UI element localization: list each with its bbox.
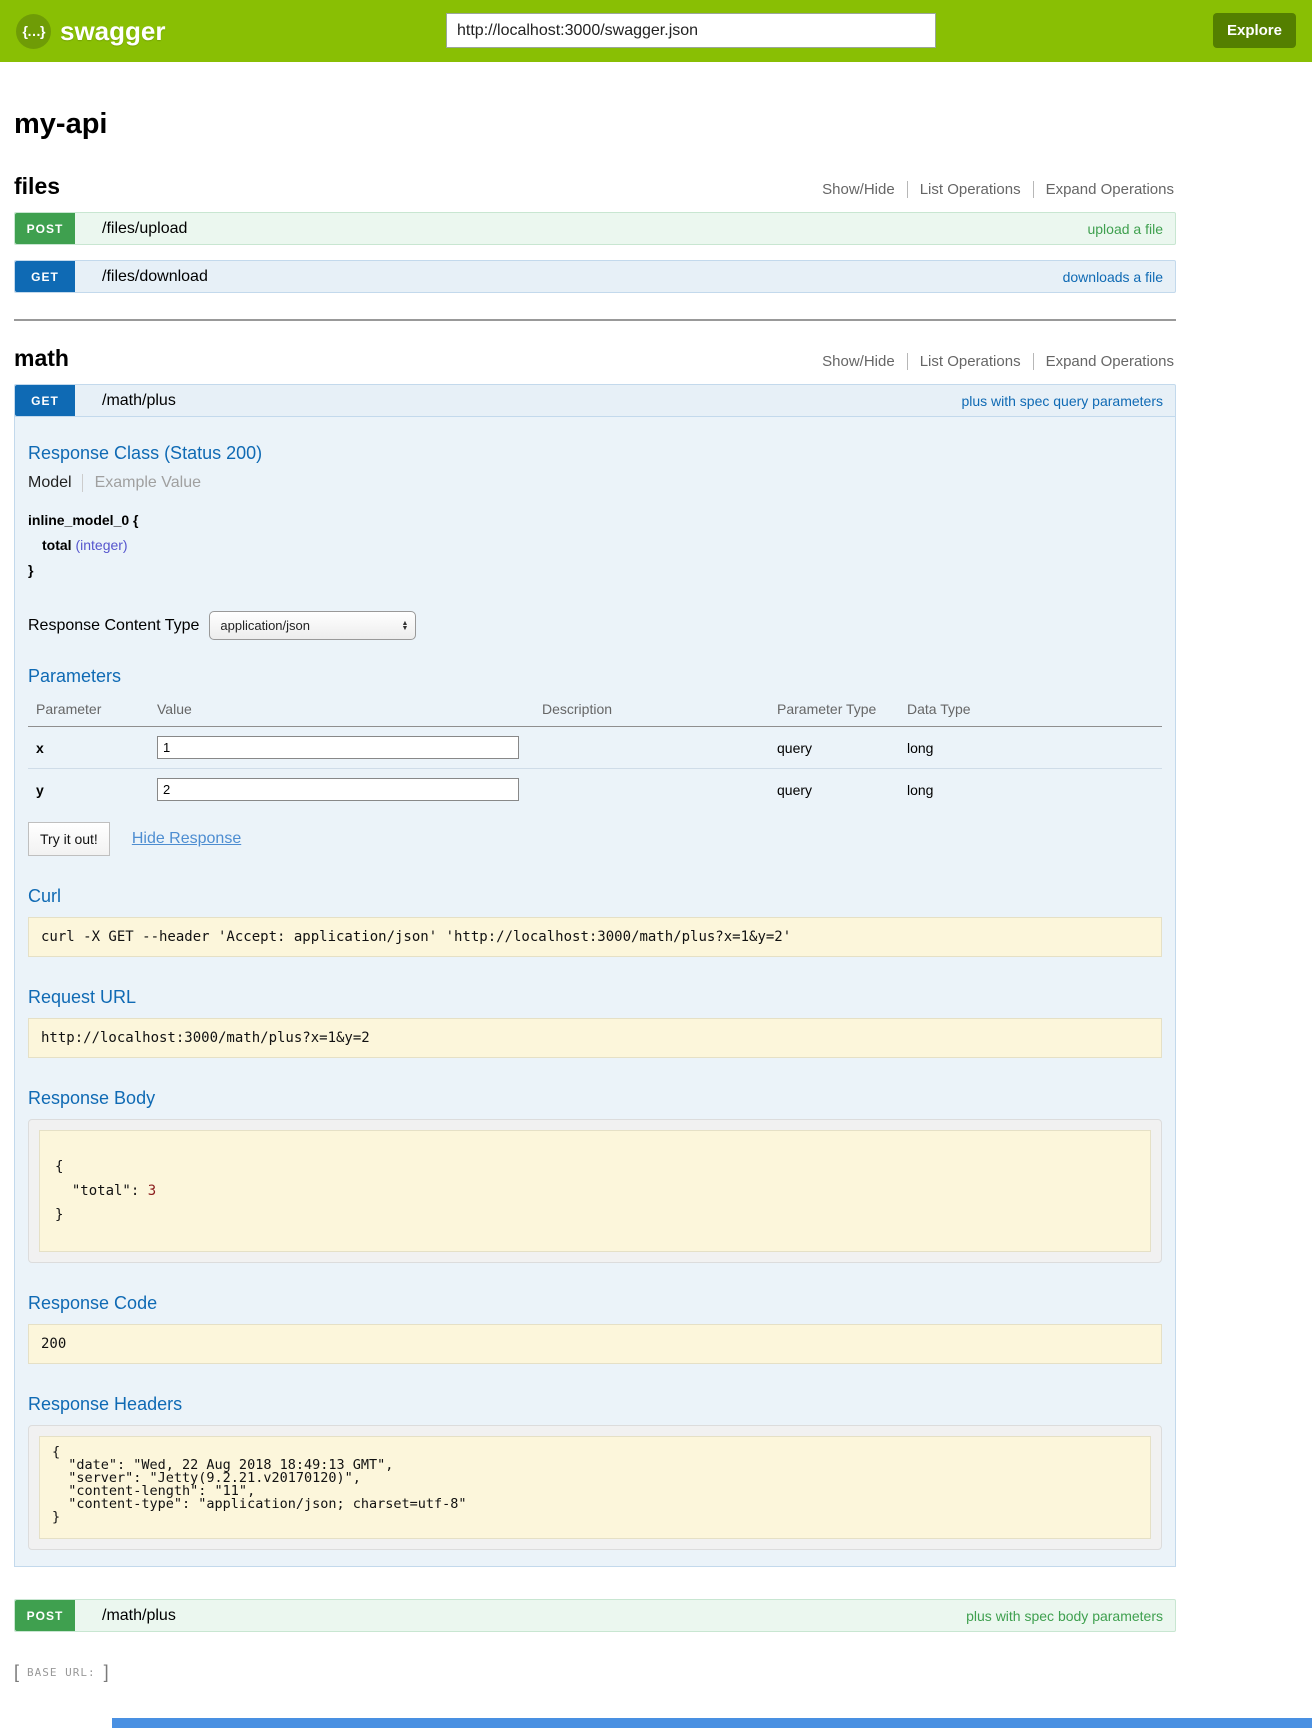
expand-operations-link[interactable]: Expand Operations [1033, 181, 1176, 198]
col-parameter: Parameter [28, 697, 153, 727]
col-parameter-type: Parameter Type [773, 697, 903, 727]
operation-row-get-math-plus[interactable]: GET /math/plus plus with spec query para… [14, 384, 1176, 417]
header-bar: {…} swagger Explore [0, 0, 1312, 62]
operation-path[interactable]: /math/plus [102, 1607, 176, 1625]
operation-summary[interactable]: upload a file [1087, 221, 1163, 237]
param-description [538, 727, 773, 769]
base-url-footer: [ BASE URL: ] [14, 1662, 1176, 1683]
tab-example-value[interactable]: Example Value [82, 474, 201, 492]
api-url-input[interactable] [446, 13, 936, 48]
col-value: Value [153, 697, 538, 727]
operation-summary[interactable]: downloads a file [1063, 269, 1163, 285]
param-x-input[interactable] [157, 736, 519, 759]
expand-operations-link[interactable]: Expand Operations [1033, 353, 1176, 370]
curl-heading: Curl [28, 886, 1162, 907]
operation-summary[interactable]: plus with spec query parameters [961, 393, 1163, 409]
section-controls-math: Show/Hide List Operations Expand Operati… [810, 353, 1176, 370]
response-code-heading: Response Code [28, 1293, 1162, 1314]
explore-button[interactable]: Explore [1213, 13, 1296, 48]
response-body-json: { "total": 3} [39, 1130, 1151, 1252]
json-close-brace: } [55, 1203, 1135, 1227]
model-name: inline_model_0 { [28, 508, 1162, 533]
parameters-table: Parameter Value Description Parameter Ty… [28, 697, 1162, 810]
param-y-input[interactable] [157, 778, 519, 801]
http-method-badge-post: POST [15, 1600, 75, 1631]
hide-response-link[interactable]: Hide Response [132, 830, 241, 848]
response-class-tabs: Model Example Value [28, 474, 1162, 492]
param-data-type: long [903, 727, 1162, 769]
bracket-open: [ [14, 1662, 24, 1682]
header-line: } [52, 1511, 1138, 1524]
section-math: math Show/Hide List Operations Expand Op… [14, 345, 1176, 1632]
try-it-out-button[interactable]: Try it out! [28, 822, 110, 856]
operation-path[interactable]: /math/plus [102, 392, 176, 410]
select-value: application/json [220, 618, 310, 633]
json-key: "total": [55, 1183, 148, 1199]
table-row-param-y: y query long [28, 769, 1162, 811]
response-body-heading: Response Body [28, 1088, 1162, 1109]
table-row-param-x: x query long [28, 727, 1162, 769]
section-controls-files: Show/Hide List Operations Expand Operati… [810, 181, 1176, 198]
model-close-brace: } [28, 558, 1162, 583]
col-description: Description [538, 697, 773, 727]
header-line: "content-type": "application/json; chars… [52, 1498, 1138, 1511]
param-name: y [28, 769, 153, 811]
operation-path[interactable]: /files/download [102, 268, 208, 286]
model-prop-name: total [42, 537, 72, 553]
json-number-value: 3 [148, 1183, 156, 1199]
swagger-logo-text: swagger [60, 16, 166, 47]
response-headers-block: { "date": "Wed, 22 Aug 2018 18:49:13 GMT… [28, 1425, 1162, 1550]
response-headers-json: { "date": "Wed, 22 Aug 2018 18:49:13 GMT… [39, 1436, 1151, 1539]
response-class-heading: Response Class (Status 200) [28, 443, 1162, 464]
col-data-type: Data Type [903, 697, 1162, 727]
response-code-value: 200 [28, 1324, 1162, 1364]
operation-row-post-math-plus[interactable]: POST /math/plus plus with spec body para… [14, 1599, 1176, 1632]
section-files: files Show/Hide List Operations Expand O… [14, 173, 1176, 293]
http-method-badge-post: POST [15, 213, 75, 244]
swagger-logo[interactable]: {…} swagger [16, 14, 166, 49]
operation-path[interactable]: /files/upload [102, 220, 187, 238]
operation-summary[interactable]: plus with spec body parameters [966, 1608, 1163, 1624]
section-divider [14, 319, 1176, 321]
json-open-brace: { [55, 1155, 1135, 1179]
response-headers-heading: Response Headers [28, 1394, 1162, 1415]
show-hide-link[interactable]: Show/Hide [810, 181, 907, 198]
param-type: query [773, 769, 903, 811]
operation-panel-get-math-plus: Response Class (Status 200) Model Exampl… [14, 417, 1176, 1567]
swagger-logo-icon: {…} [16, 14, 51, 49]
show-hide-link[interactable]: Show/Hide [810, 353, 907, 370]
request-url-heading: Request URL [28, 987, 1162, 1008]
response-content-type-select[interactable]: application/json ▲▼ [209, 611, 416, 640]
operation-row-get-files-download[interactable]: GET /files/download downloads a file [14, 260, 1176, 293]
section-title-files[interactable]: files [14, 173, 60, 200]
param-data-type: long [903, 769, 1162, 811]
bracket-close: ] [99, 1662, 109, 1682]
tab-model[interactable]: Model [28, 474, 72, 492]
section-title-math[interactable]: math [14, 345, 69, 372]
response-body-block: { "total": 3} [28, 1119, 1162, 1263]
parameters-heading: Parameters [28, 666, 1162, 687]
response-content-type-label: Response Content Type [28, 617, 199, 635]
curl-command: curl -X GET --header 'Accept: applicatio… [28, 917, 1162, 957]
model-signature: inline_model_0 { total (integer) } [28, 508, 1162, 583]
operation-row-post-files-upload[interactable]: POST /files/upload upload a file [14, 212, 1176, 245]
list-operations-link[interactable]: List Operations [907, 353, 1033, 370]
page-title: my-api [14, 108, 1176, 141]
select-arrows-icon: ▲▼ [401, 621, 408, 631]
request-url-value: http://localhost:3000/math/plus?x=1&y=2 [28, 1018, 1162, 1058]
main-content: my-api files Show/Hide List Operations E… [14, 108, 1176, 1683]
http-method-badge-get: GET [15, 385, 75, 416]
param-name: x [28, 727, 153, 769]
http-method-badge-get: GET [15, 261, 75, 292]
list-operations-link[interactable]: List Operations [907, 181, 1033, 198]
param-description [538, 769, 773, 811]
param-type: query [773, 727, 903, 769]
model-prop-type: (integer) [75, 537, 127, 553]
base-url-label: BASE URL: [24, 1666, 99, 1679]
footer-bar [112, 1718, 1312, 1728]
